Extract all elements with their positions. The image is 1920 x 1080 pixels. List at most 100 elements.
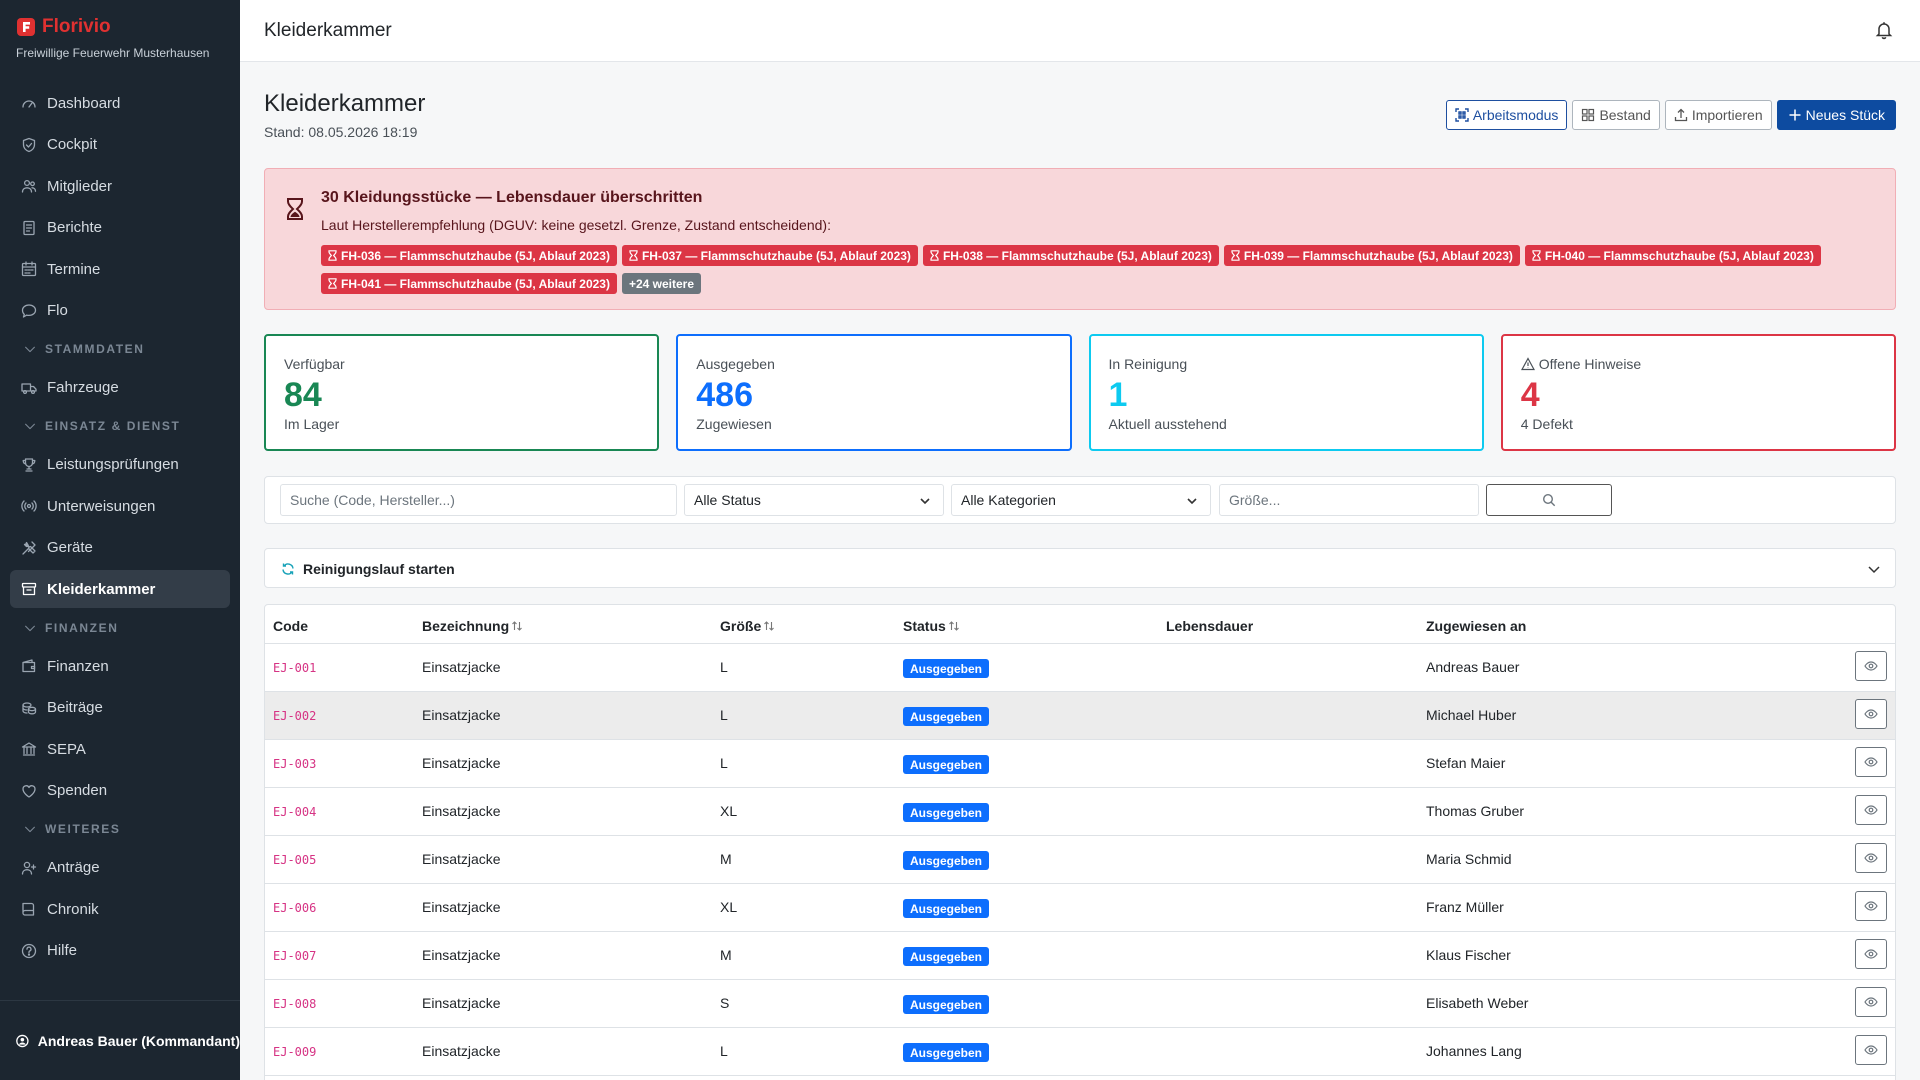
- sidebar-item-label: Kleiderkammer: [47, 580, 156, 598]
- item-code-link[interactable]: EJ-009: [273, 1045, 316, 1059]
- hourglass-icon: [629, 250, 638, 261]
- sidebar-item-berichte[interactable]: Berichte: [10, 209, 230, 247]
- sidebar-item-hilfe[interactable]: Hilfe: [10, 932, 230, 970]
- hourglass-icon: [1532, 250, 1541, 261]
- nav-section-stammdaten[interactable]: STAMMDATEN: [10, 333, 230, 365]
- column-name[interactable]: Bezeichnung: [422, 618, 523, 634]
- expired-item-tag[interactable]: FH-040 — Flammschutzhaube (5J, Ablauf 20…: [1524, 245, 1821, 266]
- new-item-button[interactable]: Neues Stück: [1776, 100, 1896, 130]
- item-code-link[interactable]: EJ-001: [273, 661, 316, 675]
- table-row[interactable]: EJ-008 Einsatzjacke S Ausgegeben Elisabeth W…: [265, 980, 1895, 1028]
- stat-label: Verfügbar: [284, 356, 345, 372]
- status-badge: Ausgegeben: [903, 899, 990, 918]
- brand[interactable]: Florivio Freiwillige Feuerwehr Musterhau…: [16, 16, 209, 60]
- workmode-button[interactable]: Arbeitsmodus: [1445, 100, 1568, 130]
- sidebar-item-unterweisungen[interactable]: Unterweisungen: [10, 487, 230, 525]
- item-size: XL: [720, 803, 738, 819]
- item-code-link[interactable]: EJ-005: [273, 853, 316, 867]
- view-button[interactable]: [1855, 795, 1887, 825]
- sidebar-item-finanzen[interactable]: Finanzen: [10, 647, 230, 685]
- sort-icon: [764, 621, 775, 631]
- category-select[interactable]: Alle Kategorien: [951, 484, 1211, 516]
- item-name: Einsatzjacke: [422, 899, 501, 915]
- column-status[interactable]: Status: [903, 618, 960, 634]
- item-code-link[interactable]: EJ-008: [273, 997, 316, 1011]
- table-row[interactable]: EJ-009 Einsatzjacke L Ausgegeben Johannes La…: [265, 1028, 1895, 1076]
- view-button[interactable]: [1855, 939, 1887, 969]
- view-button[interactable]: [1855, 843, 1887, 873]
- item-code-link[interactable]: EJ-004: [273, 805, 316, 819]
- nav-section-finanzen[interactable]: FINANZEN: [10, 612, 230, 644]
- stats-cards: Verfügbar 84 Im Lager Ausgegeben 486 Zugewies…: [264, 334, 1896, 451]
- heart-icon: [22, 784, 36, 798]
- table-row[interactable]: EJ-007 Einsatzjacke M Ausgegeben Klaus Fisch…: [265, 932, 1895, 980]
- table-row[interactable]: EJ-006 Einsatzjacke XL Ausgegeben Franz Müll…: [265, 884, 1895, 932]
- expired-item-tag[interactable]: FH-037 — Flammschutzhaube (5J, Ablauf 20…: [621, 245, 918, 266]
- sidebar-item-geraete[interactable]: Geräte: [10, 529, 230, 567]
- search-button[interactable]: [1486, 484, 1612, 516]
- table-row[interactable]: EJ-001 Einsatzjacke L Ausgegeben Andreas Bau…: [265, 644, 1895, 692]
- expired-item-tag[interactable]: FH-041 — Flammschutzhaube (5J, Ablauf 20…: [321, 273, 617, 294]
- stat-label: In Reinigung: [1108, 356, 1188, 372]
- status-select[interactable]: Alle Status: [684, 484, 944, 516]
- user-circle-icon: [16, 1034, 29, 1047]
- sidebar-item-dashboard[interactable]: Dashboard: [10, 84, 230, 122]
- column-assigned: Zugewiesen an: [1426, 618, 1527, 634]
- eye-icon: [1864, 853, 1878, 863]
- eye-icon: [1864, 661, 1878, 671]
- search-input[interactable]: Suche (Code, Hersteller...): [280, 484, 677, 516]
- item-assigned: Maria Schmid: [1426, 851, 1512, 867]
- bell-icon[interactable]: [1874, 20, 1894, 40]
- topbar: Kleiderkammer: [240, 0, 1920, 62]
- item-code-link[interactable]: EJ-006: [273, 901, 316, 915]
- sidebar-item-leistungspruefungen[interactable]: Leistungsprüfungen: [10, 446, 230, 484]
- table-row[interactable]: EJ-005 Einsatzjacke M Ausgegeben Maria Schmi…: [265, 836, 1895, 884]
- status-badge: Ausgegeben: [903, 851, 990, 870]
- sidebar-item-antraege[interactable]: Anträge: [10, 849, 230, 887]
- view-button[interactable]: [1855, 987, 1887, 1017]
- nav-section-label: STAMMDATEN: [45, 342, 145, 356]
- expired-item-tag[interactable]: FH-038 — Flammschutzhaube (5J, Ablauf 20…: [922, 245, 1219, 266]
- sidebar-item-chronik[interactable]: Chronik: [10, 890, 230, 928]
- size-input[interactable]: Größe...: [1219, 484, 1479, 516]
- view-button[interactable]: [1855, 747, 1887, 777]
- sidebar-item-beitraege[interactable]: Beiträge: [10, 689, 230, 727]
- import-button[interactable]: Importieren: [1664, 100, 1772, 130]
- view-button[interactable]: [1855, 651, 1887, 681]
- view-button[interactable]: [1855, 891, 1887, 921]
- hourglass-icon: [930, 250, 939, 261]
- stock-button[interactable]: Bestand: [1572, 100, 1660, 130]
- column-size[interactable]: Größe: [720, 618, 775, 634]
- warning-icon: [1520, 357, 1535, 371]
- item-code-link[interactable]: EJ-003: [273, 757, 316, 771]
- sidebar-item-kleiderkammer[interactable]: Kleiderkammer: [10, 570, 230, 608]
- item-size: S: [720, 995, 730, 1011]
- expired-item-tag[interactable]: FH-036 — Flammschutzhaube (5J, Ablauf 20…: [321, 245, 617, 266]
- user-menu[interactable]: Andreas Bauer (Kommandant): [0, 1000, 240, 1080]
- item-code-link[interactable]: EJ-002: [273, 709, 316, 723]
- sidebar-item-mitglieder[interactable]: Mitglieder: [10, 167, 230, 205]
- item-code-link[interactable]: EJ-007: [273, 949, 316, 963]
- nav-section-weiteres[interactable]: WEITERES: [10, 813, 230, 845]
- table-row[interactable]: EJ-004 Einsatzjacke XL Ausgegeben Thomas Gru…: [265, 788, 1895, 836]
- sidebar-item-label: Anträge: [47, 859, 100, 876]
- sidebar-item-fahrzeuge[interactable]: Fahrzeuge: [10, 369, 230, 407]
- sidebar-item-spenden[interactable]: Spenden: [10, 772, 230, 810]
- item-assigned: Michael Huber: [1426, 707, 1517, 723]
- plus-icon: [1789, 109, 1801, 121]
- view-button[interactable]: [1855, 699, 1887, 729]
- sidebar-item-termine[interactable]: Termine: [10, 250, 230, 288]
- eye-icon: [1864, 997, 1878, 1007]
- table-row[interactable]: EJ-003 Einsatzjacke L Ausgegeben Stefan Maie…: [265, 740, 1895, 788]
- cleaning-run-panel[interactable]: Reinigungslauf starten: [264, 548, 1896, 588]
- item-name: Einsatzjacke: [422, 707, 501, 723]
- table-row[interactable]: EJ-002 Einsatzjacke L Ausgegeben Michael Hub…: [265, 692, 1895, 740]
- expired-item-tag[interactable]: FH-039 — Flammschutzhaube (5J, Ablauf 20…: [1223, 245, 1520, 266]
- more-expired-items-tag[interactable]: +24 weitere: [621, 273, 702, 294]
- stat-value: 1: [1108, 376, 1128, 414]
- sidebar-item-cockpit[interactable]: Cockpit: [10, 126, 230, 164]
- sidebar-item-sepa[interactable]: SEPA: [10, 730, 230, 768]
- sidebar-item-flo[interactable]: Flo: [10, 292, 230, 330]
- view-button[interactable]: [1855, 1035, 1887, 1065]
- nav-section-einsatz-dienst[interactable]: EINSATZ & DIENST: [10, 410, 230, 442]
